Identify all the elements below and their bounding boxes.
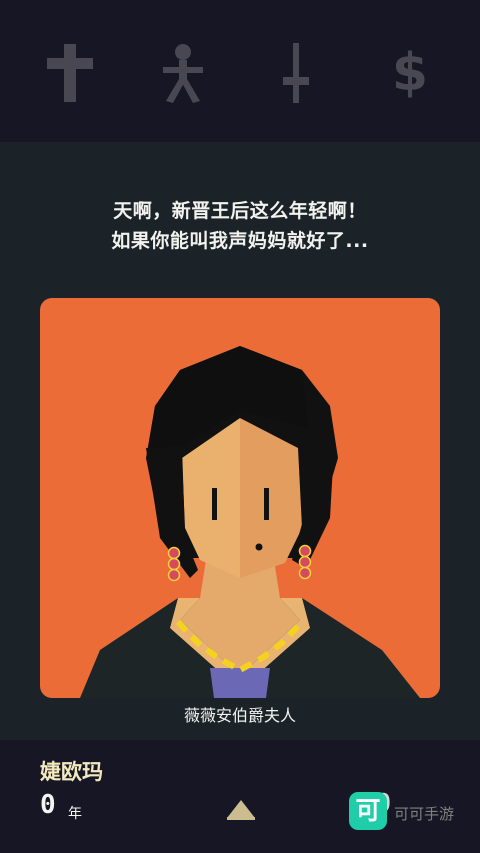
dialog-text: 天啊，新晋王后这么年轻啊！ 如果你能叫我声妈妈就好了... — [0, 196, 480, 256]
ruler-name: 婕欧玛 — [40, 760, 103, 784]
earring-left — [167, 546, 181, 582]
person-icon — [163, 44, 203, 103]
reign-years-unit: 年 — [68, 806, 82, 822]
sword-icon — [283, 43, 309, 103]
reign-years-count: 0 — [40, 790, 56, 820]
countess-portrait — [80, 346, 420, 698]
cross-icon — [47, 44, 93, 102]
dollar-icon: $ — [391, 43, 429, 103]
army-stat — [266, 40, 326, 106]
chevron-up-icon[interactable] — [224, 798, 258, 820]
dialog-line-1: 天啊，新晋王后这么年轻啊！ — [113, 200, 367, 222]
money-stat: $ — [380, 40, 440, 106]
watermark-text: 可可手游 — [394, 805, 455, 823]
dialog-line-2: 如果你能叫我声妈妈就好了... — [111, 230, 369, 252]
top-stats-bar: $ — [0, 0, 480, 142]
earring-right — [298, 544, 312, 580]
people-stat — [153, 40, 213, 106]
watermark-logo: 可 — [349, 792, 387, 830]
religion-stat — [40, 40, 100, 106]
decision-card[interactable] — [40, 298, 440, 698]
character-name: 薇薇安伯爵夫人 — [183, 706, 296, 725]
